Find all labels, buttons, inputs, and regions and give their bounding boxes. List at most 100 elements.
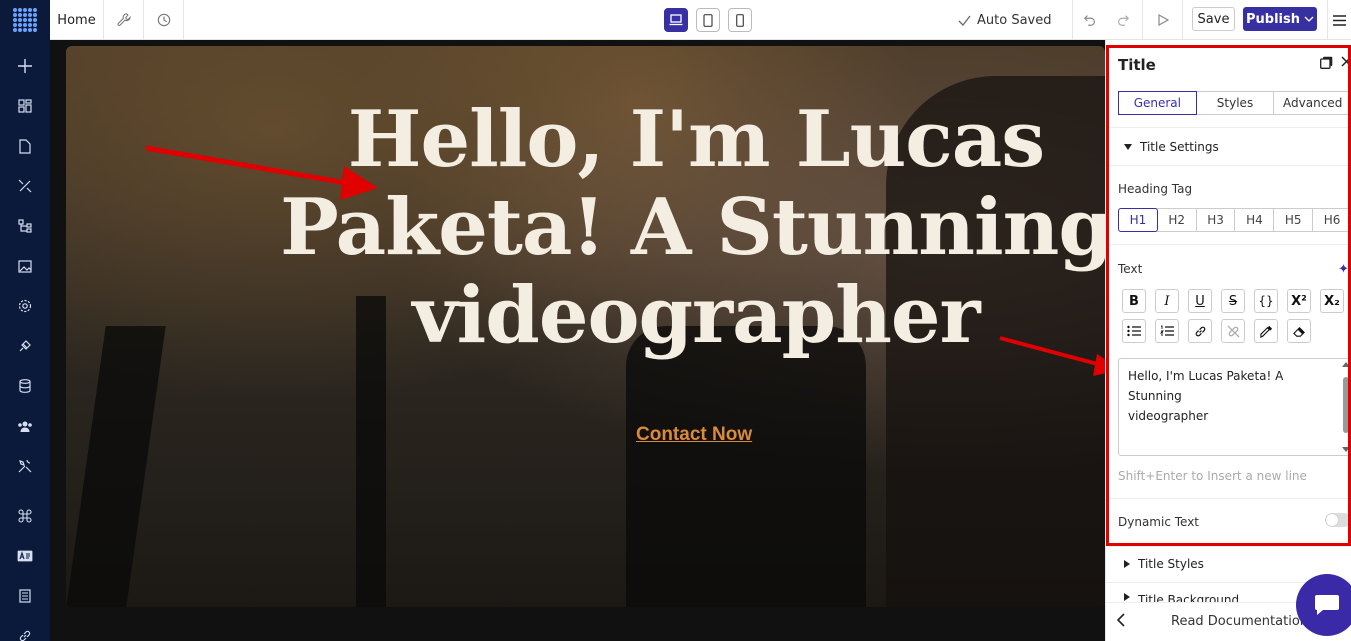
contact-now-link[interactable]: Contact Now: [636, 424, 752, 446]
mobile-view-button[interactable]: [728, 8, 752, 32]
panel-divider: [1106, 165, 1351, 166]
title-settings-label: Title Settings: [1140, 140, 1219, 154]
title-styles-header[interactable]: Title Styles: [1124, 557, 1204, 571]
title-text-input[interactable]: Hello, I'm Lucas Paketa! A Stunning vide…: [1118, 358, 1351, 456]
heading-tag-h3[interactable]: H3: [1197, 209, 1236, 231]
link-button[interactable]: [1188, 319, 1212, 343]
save-button[interactable]: Save: [1192, 7, 1235, 31]
clear-format-button[interactable]: [1287, 319, 1311, 343]
tab-styles[interactable]: Styles: [1197, 92, 1275, 114]
title-background-header[interactable]: Title Background: [1124, 593, 1239, 602]
chat-icon: [1315, 595, 1339, 615]
integrations-button[interactable]: [0, 331, 50, 361]
heading-tag-label: Heading Tag: [1118, 182, 1193, 196]
preview-button[interactable]: [1146, 0, 1180, 40]
chat-support-button[interactable]: [1296, 574, 1351, 636]
publish-button[interactable]: Publish: [1243, 7, 1317, 31]
italic-button[interactable]: I: [1155, 289, 1179, 313]
read-documentation-link[interactable]: Read Documentation: [1171, 614, 1308, 629]
desktop-view-button[interactable]: [664, 8, 688, 32]
tab-general[interactable]: General: [1118, 91, 1197, 115]
eyedropper-icon: [1259, 325, 1272, 338]
media-button[interactable]: [0, 251, 50, 281]
book-icon: [19, 589, 31, 603]
panel-divider: [1106, 127, 1351, 128]
bullet-list-icon: [1127, 325, 1141, 337]
tools-button[interactable]: [0, 451, 50, 481]
panel-divider: [1106, 498, 1351, 499]
database-icon: [19, 379, 31, 393]
publish-label: Publish: [1246, 11, 1300, 27]
structure-button[interactable]: [0, 211, 50, 241]
scrollbar-thumb[interactable]: [1343, 377, 1349, 433]
design-button[interactable]: [0, 171, 50, 201]
redo-button[interactable]: [1106, 0, 1140, 40]
close-icon[interactable]: [1341, 56, 1351, 67]
panel-divider: [1106, 244, 1351, 245]
heading-tag-h2[interactable]: H2: [1158, 209, 1197, 231]
title-settings-header[interactable]: Title Settings: [1124, 140, 1219, 154]
title-background-label: Title Background: [1138, 593, 1240, 602]
braces-icon: {}: [1258, 294, 1274, 308]
add-element-button[interactable]: [0, 51, 50, 81]
text-label: Text: [1118, 262, 1143, 276]
copy-icon[interactable]: [1320, 56, 1333, 69]
tablet-view-button[interactable]: [696, 8, 720, 32]
panel-tabs: General Styles Advanced: [1118, 91, 1351, 115]
image-icon: [18, 259, 32, 273]
eraser-icon: [1292, 326, 1305, 337]
play-icon: [1158, 14, 1169, 26]
tree-icon: [18, 219, 32, 233]
textarea-scrollbar[interactable]: [1342, 361, 1350, 453]
text-format-toolbar: [1122, 319, 1311, 343]
shortcuts-button[interactable]: [0, 501, 50, 531]
links-button[interactable]: [0, 621, 50, 641]
bullet-list-button[interactable]: [1122, 319, 1146, 343]
widgets-button[interactable]: [0, 91, 50, 121]
pen-ruler-icon: [18, 179, 32, 193]
code-button[interactable]: {}: [1254, 289, 1278, 313]
home-tab[interactable]: Home: [50, 0, 104, 40]
subscript-icon: X₂: [1324, 293, 1340, 309]
toolbar-divider: [1142, 0, 1143, 40]
dynamic-text-toggle[interactable]: [1325, 513, 1351, 527]
heading-tag-h1[interactable]: H1: [1118, 208, 1158, 232]
heading-tag-h5[interactable]: H5: [1274, 209, 1314, 231]
page-icon: [19, 138, 31, 154]
fonts-button[interactable]: [0, 541, 50, 571]
underline-button[interactable]: U: [1188, 289, 1212, 313]
heading-tag-selector: H1 H2 H3 H4 H5 H6: [1118, 208, 1351, 232]
templates-button[interactable]: [0, 581, 50, 611]
laptop-icon: [669, 14, 683, 26]
strikethrough-button[interactable]: S: [1221, 289, 1245, 313]
unlink-button[interactable]: [1221, 319, 1245, 343]
tools-button[interactable]: [104, 0, 144, 40]
newline-hint: Shift+Enter to Insert a new line: [1118, 469, 1307, 483]
users-button[interactable]: [0, 411, 50, 441]
caret-down-icon: [1124, 144, 1132, 150]
bold-button[interactable]: B: [1122, 289, 1146, 313]
subscript-button[interactable]: X₂: [1320, 289, 1344, 313]
undo-button[interactable]: [1073, 0, 1107, 40]
database-button[interactable]: [0, 371, 50, 401]
scroll-up-icon: [1342, 362, 1350, 367]
pages-button[interactable]: [0, 131, 50, 161]
properties-panel: Title General Styles Advanced Title Sett…: [1105, 40, 1351, 641]
menu-button[interactable]: [1327, 0, 1351, 40]
app-logo[interactable]: [0, 0, 50, 40]
superscript-button[interactable]: X²: [1287, 289, 1311, 313]
top-toolbar: Home Auto Saved Save Publish: [0, 0, 1351, 40]
title-text-line: Hello, I'm Lucas Paketa! A Stunning: [1128, 369, 1284, 403]
heading-tag-h6[interactable]: H6: [1313, 209, 1351, 231]
autosave-status: Auto Saved: [958, 0, 1051, 40]
caret-right-icon: [1124, 593, 1130, 601]
left-sidebar: [0, 40, 50, 641]
color-picker-button[interactable]: [1254, 319, 1278, 343]
chevron-left-icon[interactable]: [1116, 613, 1125, 627]
ai-sparkle-icon[interactable]: ✦: [1338, 262, 1349, 277]
history-button[interactable]: [144, 0, 184, 40]
tab-advanced[interactable]: Advanced: [1274, 92, 1351, 114]
numbered-list-button[interactable]: [1155, 319, 1179, 343]
heading-tag-h4[interactable]: H4: [1235, 209, 1275, 231]
settings-button[interactable]: [0, 291, 50, 321]
